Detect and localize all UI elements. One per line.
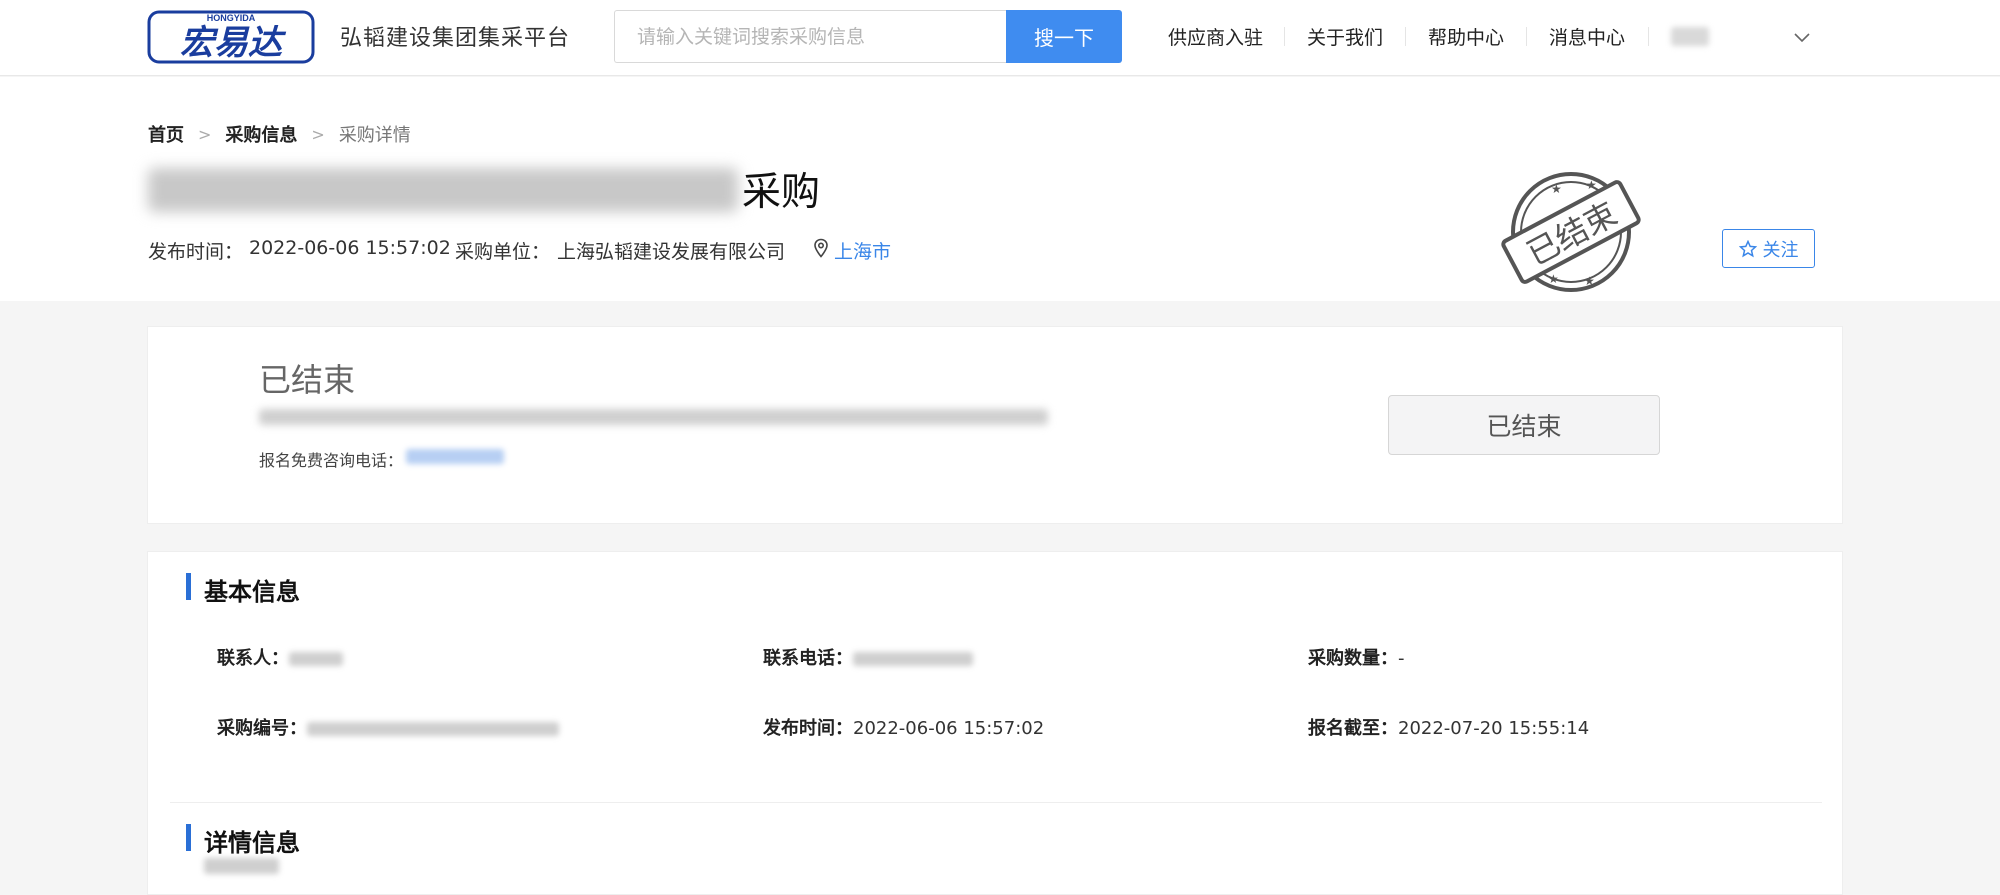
nav-message-center[interactable]: 消息中心 [1549, 23, 1625, 50]
basic-publish-time-label: 发布时间： [763, 718, 853, 739]
logo-wordmark: 宏易达 [180, 23, 287, 63]
location-city[interactable]: 上海市 [834, 237, 891, 264]
consult-phone-label: 报名免费咨询电话： [259, 451, 404, 470]
ended-stamp-icon: ★ ★ ★ ★ 已结束 [1501, 172, 1641, 292]
svg-text:★: ★ [1584, 274, 1595, 288]
purchase-unit-value: 上海弘韬建设发展有限公司 [557, 241, 786, 263]
svg-text:★: ★ [1548, 272, 1559, 286]
procurement-code-label: 采购编号： [217, 718, 307, 739]
contact-phone-label: 联系电话： [763, 648, 853, 669]
logo-subtitle: HONGYIDA [207, 13, 256, 23]
basic-info-heading: 基本信息 [186, 572, 300, 607]
title-section: 首页 > 采购信息 > 采购详情 采购 发布时间： 2022-06-06 15:57:0… [0, 77, 2000, 301]
detail-info-heading: 详情信息 [186, 823, 300, 858]
status-title: 已结束 [259, 361, 356, 399]
quantity-value: - [1398, 648, 1405, 669]
nav-help-center[interactable]: 帮助中心 [1428, 23, 1504, 50]
follow-label: 关注 [1762, 239, 1799, 261]
hongyida-logo[interactable]: HONGYIDA 宏易达 [147, 8, 315, 64]
contact-person-label: 联系人： [217, 648, 289, 669]
publish-time-value: 2022-06-06 15:57:02 [249, 237, 451, 259]
deadline-label: 报名截至： [1308, 718, 1398, 739]
procurement-code-redacted [307, 722, 559, 736]
detail-content-redacted [204, 858, 279, 874]
info-card: 基本信息 联系人： 联系电话： 采购数量：- 采购编号： 发布时间：2022-0… [147, 551, 1843, 895]
location-pin-icon [814, 238, 828, 258]
chevron-down-icon[interactable] [1792, 27, 1812, 47]
platform-name: 弘韬建设集团集采平台 [340, 26, 571, 51]
ended-status-button[interactable]: 已结束 [1388, 395, 1660, 455]
svg-text:★: ★ [1551, 182, 1562, 196]
nav-divider [1284, 27, 1285, 46]
basic-publish-time-value: 2022-06-06 15:57:02 [853, 718, 1045, 739]
publish-time-field: 发布时间：2022-06-06 15:57:02 [763, 714, 1044, 740]
search-button[interactable]: 搜一下 [1006, 10, 1122, 63]
search-input[interactable] [614, 10, 1007, 63]
contact-person-redacted [289, 652, 343, 666]
quantity-field: 采购数量：- [1308, 644, 1405, 670]
deadline-value: 2022-07-20 15:55:14 [1398, 718, 1590, 739]
breadcrumb-home[interactable]: 首页 [148, 121, 184, 147]
svg-text:★: ★ [1586, 178, 1597, 192]
chevron-right-icon: > [311, 124, 325, 144]
nav-about-us[interactable]: 关于我们 [1307, 23, 1383, 50]
chevron-right-icon: > [198, 124, 212, 144]
page-title-suffix: 采购 [742, 170, 821, 215]
star-icon [1738, 239, 1757, 257]
contact-phone-field: 联系电话： [763, 644, 973, 670]
follow-button[interactable]: 关注 [1722, 229, 1815, 268]
breadcrumb: 首页 > 采购信息 > 采购详情 [148, 121, 411, 147]
nav-supplier-join[interactable]: 供应商入驻 [1168, 23, 1263, 50]
section-divider [170, 802, 1822, 803]
title-redacted [148, 168, 738, 212]
procurement-code-field: 采购编号： [217, 714, 559, 740]
nav-divider [1648, 27, 1649, 46]
status-card: 已结束 报名免费咨询电话： 已结束 [147, 326, 1843, 524]
nav-divider [1526, 27, 1527, 46]
publish-time-label: 发布时间： [148, 241, 244, 263]
status-description-redacted [259, 409, 1048, 425]
contact-person-field: 联系人： [217, 644, 343, 670]
contact-phone-redacted [853, 652, 973, 666]
purchase-unit-label: 采购单位： [455, 241, 551, 263]
quantity-label: 采购数量： [1308, 648, 1398, 669]
nav-divider [1405, 27, 1406, 46]
user-name-redacted[interactable] [1671, 27, 1709, 46]
top-header: HONGYIDA 宏易达 弘韬建设集团集采平台 搜一下 供应商入驻 关于我们 帮… [0, 0, 2000, 76]
breadcrumb-current: 采购详情 [338, 125, 411, 146]
breadcrumb-procurement-info[interactable]: 采购信息 [225, 121, 297, 147]
consult-phone-redacted[interactable] [406, 449, 504, 464]
deadline-field: 报名截至：2022-07-20 15:55:14 [1308, 714, 1589, 740]
